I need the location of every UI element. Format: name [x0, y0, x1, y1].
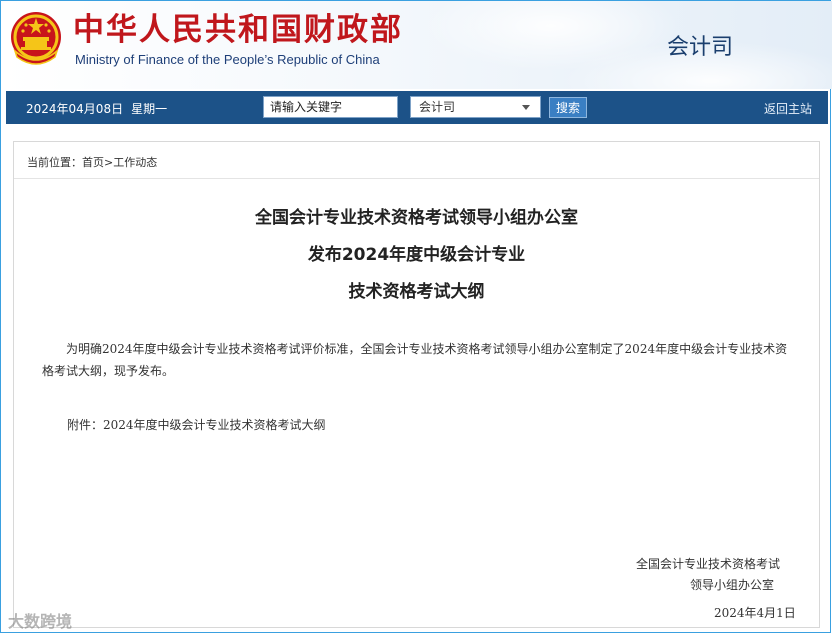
signature-line-2: 领导小组办公室: [690, 578, 775, 592]
masthead: 中华人民共和国财政部 Ministry of Finance of the Pe…: [1, 1, 832, 89]
date-text: 2024年04月08日: [26, 102, 124, 116]
title-line-1: 全国会计专业技术资格考试领导小组办公室: [255, 208, 578, 228]
department-select-value: 会计司: [419, 100, 456, 114]
weekday-text: 星期一: [131, 102, 168, 116]
search-input[interactable]: 请输入关键字: [263, 96, 398, 118]
ministry-name-cn: 中华人民共和国财政部: [73, 12, 403, 48]
body-paragraph: 为明确2024年度中级会计专业技术资格考试评价标准，全国会计专业技术资格考试领导…: [42, 342, 788, 378]
current-date: 2024年04月08日 星期一: [26, 100, 167, 117]
signature-date: 2024年4月1日: [714, 606, 796, 620]
content-panel: 当前位置：首页>工作动态 全国会计专业技术资格考试领导小组办公室 发布2024年…: [13, 141, 820, 628]
search-button[interactable]: 搜索: [549, 97, 587, 118]
breadcrumb: 当前位置：首页>工作动态: [27, 156, 158, 169]
article-title: 全国会计专业技术资格考试领导小组办公室 发布2024年度中级会计专业 技术资格考…: [14, 200, 819, 311]
signature-line-1: 全国会计专业技术资格考试: [636, 557, 781, 571]
attachment-link[interactable]: 附件：2024年度中级会计专业技术资格考试大纲: [67, 416, 326, 433]
back-to-main-link[interactable]: 返回主站: [764, 100, 812, 117]
department-select[interactable]: 会计司: [410, 96, 541, 118]
title-line-3: 技术资格考试大纲: [348, 282, 485, 302]
title-line-2: 发布2024年度中级会计专业: [307, 245, 526, 265]
article-body: 为明确2024年度中级会计专业技术资格考试评价标准，全国会计专业技术资格考试领导…: [42, 338, 792, 382]
chevron-down-icon: [522, 105, 530, 110]
national-emblem-icon[interactable]: [9, 11, 63, 67]
watermark-text: 大数跨境: [8, 612, 73, 631]
ministry-name-en: Ministry of Finance of the People’s Repu…: [75, 52, 380, 67]
top-navbar: 2024年04月08日 星期一 请输入关键字 会计司 搜索 返回主站: [6, 91, 828, 124]
department-name: 会计司: [667, 35, 734, 60]
divider: [14, 178, 819, 179]
